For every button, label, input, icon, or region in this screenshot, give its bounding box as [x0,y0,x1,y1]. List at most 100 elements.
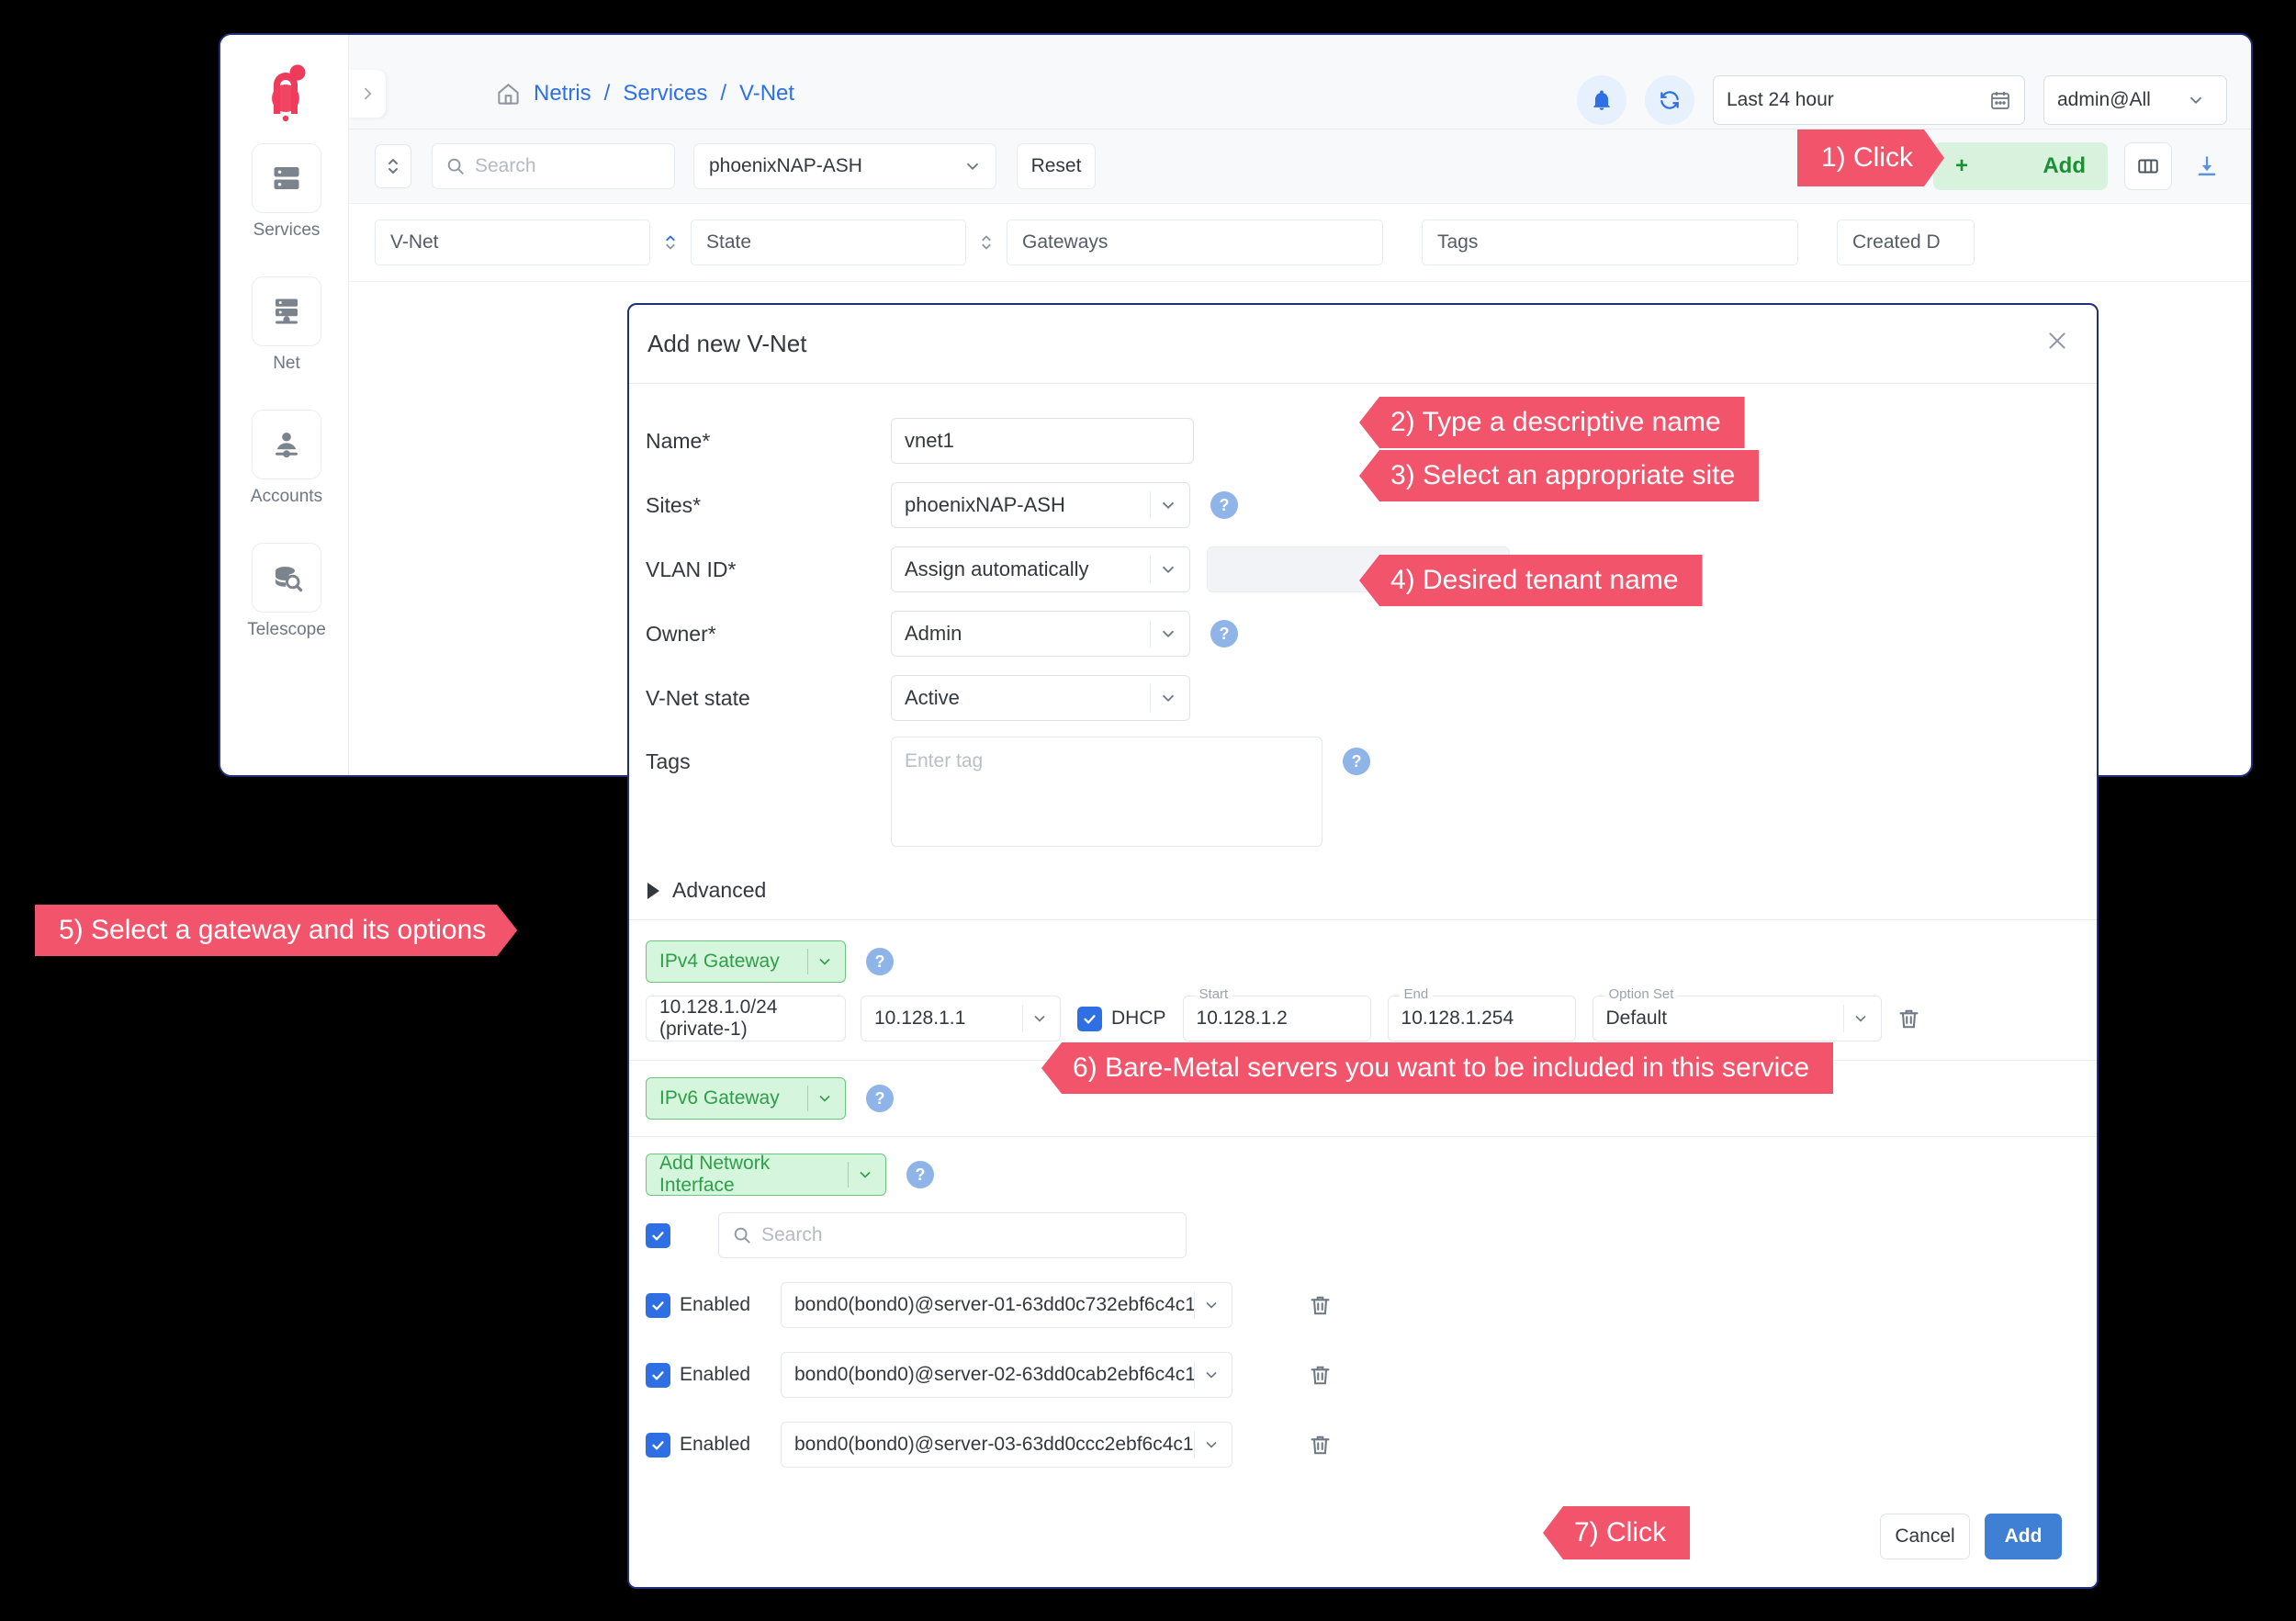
delete-interface-button[interactable] [1308,1433,1333,1458]
field-row-vlan: VLAN ID* Assign automatically [629,544,2097,595]
add-vnet-button[interactable]: + Add [1933,142,2108,190]
column-filter-state[interactable]: State [691,220,966,265]
option-set-caption: Option Set [1604,986,1679,1002]
site-filter-value: phoenixNAP-ASH [709,155,862,176]
ipv4-subnet-input[interactable]: 10.128.1.0/24 (private-1) [646,996,846,1041]
sidebar-item-net[interactable]: Net [248,276,325,374]
interface-enabled-checkbox[interactable] [646,1432,670,1458]
dhcp-toggle[interactable]: DHCP [1077,1006,1166,1031]
interface-enabled-checkbox[interactable] [646,1292,670,1318]
user-menu[interactable]: admin@All [2043,75,2227,125]
ipv4-address-value: 10.128.1.1 [874,1007,966,1029]
add-network-interface-help-icon[interactable]: ? [906,1161,934,1188]
chevron-down-icon [856,1165,882,1184]
add-network-interface-select[interactable]: Add Network Interface [646,1153,886,1196]
interface-select[interactable]: bond0(bond0)@server-03-63dd0ccc2ebf6c4c1… [781,1422,1232,1468]
label-vlan: VLAN ID* [646,557,737,581]
notifications-button[interactable] [1577,75,1626,125]
name-input[interactable]: vnet1 [891,418,1194,464]
delete-interface-button[interactable] [1308,1293,1333,1318]
column-label-state: State [706,231,752,253]
advanced-toggle[interactable]: Advanced [629,861,2097,919]
refresh-button[interactable] [1645,75,1694,125]
interface-select-value: bond0(bond0)@server-03-63dd0ccc2ebf6c4c1… [794,1434,1194,1455]
callout-step-1: 1) Click [1797,129,1944,186]
callout-step-5: 5) Select a gateway and its options [35,905,517,956]
columns-settings-button[interactable] [2124,142,2172,190]
column-sort-state[interactable] [966,231,1007,254]
vnet-state-value: Active [905,686,960,709]
column-sort-vnet[interactable] [650,231,691,254]
name-input-value: vnet1 [905,429,954,452]
column-label-vnet: V-Net [390,231,439,253]
ipv4-address-select[interactable]: 10.128.1.1 [861,996,1061,1041]
dhcp-start-input[interactable]: Start 10.128.1.2 [1182,986,1371,1041]
dhcp-checkbox[interactable] [1077,1006,1102,1031]
submit-add-button[interactable]: Add [1985,1514,2062,1559]
breadcrumb-netris[interactable]: Netris [534,81,591,107]
chevron-right-icon [358,84,377,103]
option-set-value: Default [1605,1007,1668,1029]
vlan-select-value: Assign automatically [905,557,1089,580]
ipv6-gateway-help-icon[interactable]: ? [866,1085,894,1112]
ipv4-gateway-row: 10.128.1.0/24 (private-1) 10.128.1.1 DHC… [646,986,2097,1041]
vnet-state-select[interactable]: Active [891,675,1190,721]
toolbar-right-actions: + Add [1933,142,2225,190]
owner-select-value: Admin [905,622,962,645]
sidebar-tile-accounts [252,410,321,479]
column-filter-row: V-Net State Gateways Tags Created D [349,203,2251,282]
ipv4-subnet-value: 10.128.1.0/24 (private-1) [659,996,778,1040]
owner-select[interactable]: Admin [891,611,1190,657]
column-filter-vnet[interactable]: V-Net [375,220,650,265]
column-filter-tags[interactable]: Tags [1422,220,1798,265]
ipv4-gateway-select[interactable]: IPv4 Gateway [646,940,846,983]
sidebar-item-services[interactable]: Services [248,143,325,241]
ipv4-gateway-help-icon[interactable]: ? [866,948,894,975]
sort-toggle-button[interactable] [375,144,411,188]
breadcrumb-vnet[interactable]: V-Net [739,81,794,107]
column-filter-created[interactable]: Created D [1837,220,1975,265]
ipv6-gateway-select[interactable]: IPv6 Gateway [646,1077,846,1120]
delete-ipv4-gateway-button[interactable] [1896,1007,1921,1031]
interface-select[interactable]: bond0(bond0)@server-01-63dd0c732ebf6c4c1… [781,1282,1232,1328]
field-row-sites: Sites* phoenixNAP-ASH ? [629,479,2097,531]
column-label-gateways: Gateways [1022,231,1109,253]
delete-interface-button[interactable] [1308,1363,1333,1388]
breadcrumb-services[interactable]: Services [623,81,707,107]
dhcp-end-input[interactable]: End 10.128.1.254 [1387,986,1576,1041]
chevron-down-icon [1158,624,1186,644]
field-row-tags: Tags Enter tag ? [629,737,2097,847]
column-filter-gateways[interactable]: Gateways [1007,220,1383,265]
vlan-select[interactable]: Assign automatically [891,546,1190,592]
tags-help-icon[interactable]: ? [1343,748,1370,775]
sites-select[interactable]: phoenixNAP-ASH [891,482,1190,528]
option-set-select[interactable]: Option Set Default [1592,986,1882,1041]
close-icon[interactable] [2038,321,2077,360]
download-button[interactable] [2189,142,2225,190]
sidebar-collapse-button[interactable] [349,70,386,118]
interfaces-search-input[interactable]: Search [718,1212,1187,1258]
date-range-picker[interactable]: Last 24 hour [1713,75,2025,125]
user-icon [270,428,303,461]
sidebar-item-accounts[interactable]: Accounts [248,410,325,507]
tags-placeholder: Enter tag [905,750,984,771]
dhcp-start-value: 10.128.1.2 [1196,1007,1288,1029]
interface-row: Enabled bond0(bond0)@server-02-63dd0cab2… [646,1352,2097,1398]
tags-textarea[interactable]: Enter tag [891,737,1322,847]
chevron-down-icon [1202,1296,1228,1314]
interface-row: Enabled bond0(bond0)@server-01-63dd0c732… [646,1282,2097,1328]
select-all-checkbox[interactable] [646,1222,670,1248]
interface-enabled-checkbox[interactable] [646,1362,670,1388]
sidebar-item-telescope[interactable]: Telescope [247,543,326,640]
chevron-down-icon [962,156,990,176]
site-filter-select[interactable]: phoenixNAP-ASH [693,143,996,189]
reset-button[interactable]: Reset [1017,143,1096,189]
cancel-button[interactable]: Cancel [1880,1514,1970,1559]
search-input[interactable]: Search [432,143,675,189]
refresh-icon [1658,88,1682,112]
screenshot-root: Netris / Services / V-Net Last 24 hour a… [0,0,2296,1621]
chevron-down-icon [816,952,841,971]
owner-help-icon[interactable]: ? [1210,620,1238,647]
interface-select[interactable]: bond0(bond0)@server-02-63dd0cab2ebf6c4c1… [781,1352,1232,1398]
sites-help-icon[interactable]: ? [1210,491,1238,519]
